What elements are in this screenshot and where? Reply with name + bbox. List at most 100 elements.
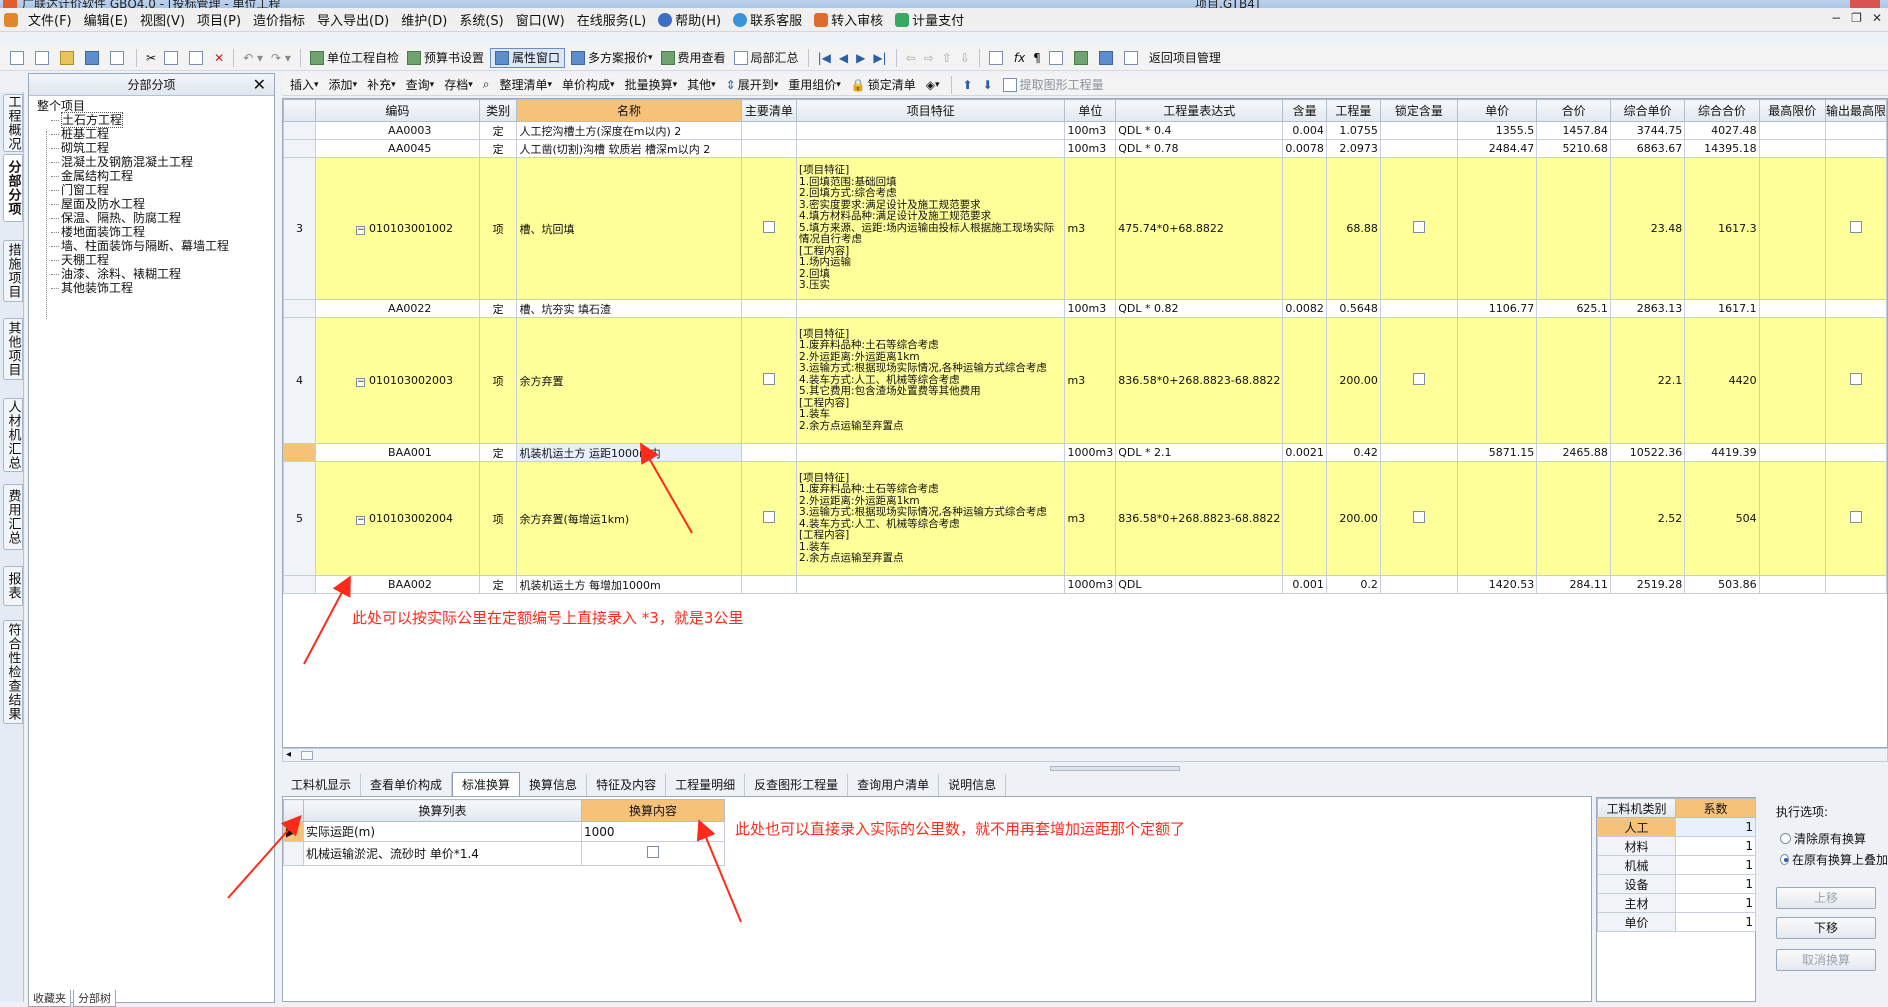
menu-edit[interactable]: 编辑(E): [78, 10, 134, 29]
quota-row[interactable]: BAA001 定机装机运土方 运距1000m内 1000m3 QDL * 2.1 0.0…: [283, 443, 1887, 462]
move-down-button[interactable]: 下移: [1776, 917, 1876, 939]
content-cell[interactable]: 0.0082: [1282, 299, 1327, 318]
tree-item[interactable]: 混凝土及钢筋混凝土工程: [51, 155, 268, 169]
calculator-icon[interactable]: [987, 48, 1008, 68]
paragraph-icon[interactable]: ¶: [1031, 48, 1043, 68]
feature-cell[interactable]: [项目特征] 1.废弃料品种:土石等综合考虑 2.外运距离:外运距离1km 3.…: [796, 461, 1066, 576]
partial-summary-button[interactable]: 局部汇总: [732, 48, 801, 68]
tree-item[interactable]: 门窗工程: [51, 183, 268, 197]
code-cell[interactable]: AA0003: [315, 121, 480, 140]
lock-cell[interactable]: [1379, 157, 1459, 300]
move-up-icon[interactable]: ⇧: [940, 51, 954, 65]
limit-cell[interactable]: [1758, 461, 1826, 576]
unit-cell[interactable]: 100m3: [1064, 299, 1117, 318]
code-cell[interactable]: BAA002: [315, 575, 480, 594]
expr-cell[interactable]: 836.58*0+268.8823-68.8822: [1115, 317, 1284, 444]
code-cell[interactable]: BAA001: [315, 443, 480, 462]
menu-maintain[interactable]: 维护(D): [395, 10, 453, 29]
lock-cell[interactable]: [1379, 461, 1459, 576]
expr-cell[interactable]: QDL * 0.78: [1115, 139, 1284, 158]
output-limit-checkbox[interactable]: [1849, 511, 1862, 523]
paste-icon[interactable]: [187, 48, 208, 68]
tree-item[interactable]: 金属结构工程: [51, 169, 268, 183]
list-icon[interactable]: [1122, 48, 1143, 68]
print-icon[interactable]: [108, 48, 129, 68]
limit-cell[interactable]: [1758, 299, 1826, 318]
horizontal-scrollbar[interactable]: ◂: [282, 748, 1888, 762]
menu-contact[interactable]: 联系客服: [727, 10, 808, 29]
bill-item-row[interactable]: 3−010103001002 项槽、坑回填 [项目特征] 1.回填范围:基础回填 2…: [283, 157, 1887, 300]
unit-cell[interactable]: 100m3: [1064, 121, 1117, 140]
name-cell[interactable]: 机装机运土方 每增加1000m: [516, 575, 742, 594]
main-list-cell[interactable]: [740, 121, 798, 140]
budget-setting-button[interactable]: 预算书设置: [405, 48, 486, 68]
open-folder-icon[interactable]: [58, 48, 79, 68]
cube-icon[interactable]: [1072, 48, 1093, 68]
main-list-checkbox[interactable]: [762, 221, 775, 233]
col-qty[interactable]: 工程量: [1325, 99, 1381, 122]
tree-item[interactable]: 屋面及防水工程: [51, 197, 268, 211]
feature-cell[interactable]: [796, 443, 1066, 462]
tab-project-overview[interactable]: 工程概况: [3, 94, 23, 152]
output-limit-cell[interactable]: [1824, 317, 1887, 444]
output-limit-checkbox[interactable]: [1849, 373, 1862, 385]
move-up-button[interactable]: 上移: [1776, 887, 1876, 909]
tab-unit-price[interactable]: 查看单价构成: [361, 774, 453, 796]
extract-quantity-button[interactable]: 提取图形工程量: [1001, 75, 1106, 95]
qty-cell[interactable]: 0.5648: [1325, 299, 1381, 318]
col-lock[interactable]: 锁定含量: [1379, 99, 1459, 122]
content-cell[interactable]: 0.0078: [1282, 139, 1327, 158]
col-code[interactable]: 编码: [315, 99, 480, 122]
limit-cell[interactable]: [1758, 575, 1826, 594]
qty-cell[interactable]: 1.0755: [1325, 121, 1381, 140]
col-output-limit[interactable]: 输出最高限: [1824, 99, 1887, 122]
name-cell[interactable]: 槽、坑夯实 填石渣: [516, 299, 742, 318]
tab-other-items[interactable]: 其他项目: [3, 318, 23, 380]
main-list-checkbox[interactable]: [762, 373, 775, 385]
lock-list-button[interactable]: 🔒 锁定清单: [849, 75, 918, 95]
lock-cell[interactable]: [1379, 121, 1459, 140]
tree-item[interactable]: 其他装饰工程: [51, 281, 268, 295]
lock-cell[interactable]: [1379, 317, 1459, 444]
scroll-left-icon[interactable]: ◂: [286, 749, 291, 760]
redo-icon[interactable]: ↷ ▾: [269, 48, 293, 68]
col-limit[interactable]: 最高限价: [1758, 99, 1826, 122]
scroll-thumb[interactable]: [301, 751, 313, 760]
qty-cell[interactable]: 2.0973: [1325, 139, 1381, 158]
col-type[interactable]: 类别: [478, 99, 518, 122]
tree-item[interactable]: 楼地面装饰工程: [51, 225, 268, 239]
archive-button[interactable]: 存档: [442, 75, 475, 95]
limit-cell[interactable]: [1758, 157, 1826, 300]
expr-cell[interactable]: 475.74*0+68.8822: [1115, 157, 1284, 300]
code-cell[interactable]: −010103002003: [315, 317, 480, 444]
menu-online[interactable]: 在线服务(L): [571, 10, 652, 29]
lock-cell[interactable]: [1379, 575, 1459, 594]
prev-icon[interactable]: ◀: [837, 51, 850, 65]
qty-cell[interactable]: 68.88: [1325, 157, 1381, 300]
tab-measures[interactable]: 措施项目: [3, 240, 23, 302]
coef-input[interactable]: 1: [1675, 874, 1756, 894]
undo-icon[interactable]: ↶ ▾: [241, 48, 265, 68]
property-window-button[interactable]: 属性窗口: [489, 47, 565, 68]
output-limit-cell[interactable]: [1824, 139, 1887, 158]
lock-cell[interactable]: [1379, 299, 1459, 318]
tab-reports[interactable]: 报表: [3, 566, 23, 606]
content-cell[interactable]: [1282, 317, 1327, 444]
tab-user-list[interactable]: 查询用户清单: [848, 774, 940, 796]
tree-root[interactable]: 整个项目: [37, 99, 268, 113]
next-icon[interactable]: ▶: [854, 51, 867, 65]
query-button[interactable]: 查询: [404, 75, 437, 95]
output-limit-checkbox[interactable]: [1849, 221, 1862, 233]
multi-plan-button[interactable]: 多方案报价: [569, 48, 655, 68]
col-unit[interactable]: 单位: [1064, 99, 1117, 122]
unit-cell[interactable]: m3: [1064, 317, 1117, 444]
binoculars-icon[interactable]: ⌕: [481, 75, 492, 95]
menu-import-export[interactable]: 导入导出(D): [311, 10, 395, 29]
tree-item[interactable]: 墙、柱面装饰与隔断、幕墙工程: [51, 239, 268, 253]
add-button[interactable]: 添加: [327, 75, 360, 95]
limit-cell[interactable]: [1758, 121, 1826, 140]
lock-cell[interactable]: [1379, 443, 1459, 462]
quota-row[interactable]: BAA002 定机装机运土方 每增加1000m 1000m3 QDL 0.001 0.2 1…: [283, 575, 1887, 594]
tree-item[interactable]: 油漆、涂料、裱糊工程: [51, 267, 268, 281]
limit-cell[interactable]: [1758, 317, 1826, 444]
